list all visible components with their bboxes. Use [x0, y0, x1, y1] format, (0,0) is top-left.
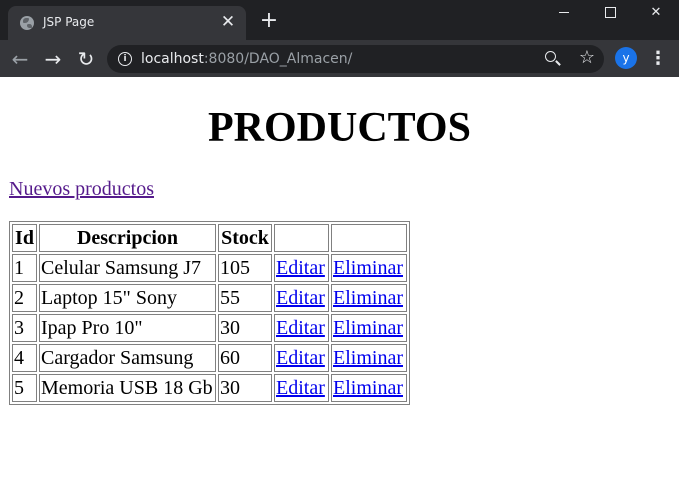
new-products-link[interactable]: Nuevos productos	[9, 178, 154, 201]
cell-id: 1	[12, 254, 37, 282]
cell-id: 5	[12, 374, 37, 402]
header-descripcion: Descripcion	[39, 224, 216, 252]
table-row: 4 Cargador Samsung 60 Editar Eliminar	[12, 344, 407, 372]
page-content: PRODUCTOS Nuevos productos Id Descripcio…	[0, 77, 679, 495]
cell-descripcion: Memoria USB 18 Gb	[39, 374, 216, 402]
cell-id: 3	[12, 314, 37, 342]
cell-id: 2	[12, 284, 37, 312]
cell-delete: Eliminar	[331, 314, 407, 342]
cell-stock: 105	[218, 254, 272, 282]
new-tab-button[interactable]: +	[258, 10, 280, 32]
cell-id: 4	[12, 344, 37, 372]
cell-descripcion: Celular Samsung J7	[39, 254, 216, 282]
products-table: Id Descripcion Stock 1 Celular Samsung J…	[9, 221, 410, 405]
menu-kebab-icon[interactable]: ⋮	[648, 46, 668, 72]
cell-stock: 60	[218, 344, 272, 372]
bookmark-star-icon[interactable]: ☆	[577, 48, 597, 68]
maximize-window-button[interactable]	[587, 0, 633, 28]
browser-tab[interactable]: JSP Page ✕	[8, 6, 246, 40]
cell-descripcion: Cargador Samsung	[39, 344, 216, 372]
url-path: :8080/DAO_Almacen/	[203, 51, 353, 67]
cell-edit: Editar	[274, 344, 329, 372]
table-row: 3 Ipap Pro 10" 30 Editar Eliminar	[12, 314, 407, 342]
page-title: PRODUCTOS	[208, 105, 471, 151]
cell-delete: Eliminar	[331, 344, 407, 372]
edit-link[interactable]: Editar	[276, 287, 325, 309]
table-row: 1 Celular Samsung J7 105 Editar Eliminar	[12, 254, 407, 282]
browser-toolbar: ← → ↻ i localhost:8080/DAO_Almacen/ ☆ y …	[0, 40, 679, 77]
forward-button[interactable]: →	[40, 46, 66, 72]
cell-edit: Editar	[274, 374, 329, 402]
cell-descripcion: Laptop 15" Sony	[39, 284, 216, 312]
browser-titlebar: JSP Page ✕ + ✕	[0, 0, 679, 40]
cell-edit: Editar	[274, 314, 329, 342]
globe-icon	[20, 16, 34, 30]
table-row: 5 Memoria USB 18 Gb 30 Editar Eliminar	[12, 374, 407, 402]
header-delete	[331, 224, 407, 252]
delete-link[interactable]: Eliminar	[333, 287, 403, 309]
tab-title: JSP Page	[43, 15, 95, 29]
edit-link[interactable]: Editar	[276, 347, 325, 369]
close-window-button[interactable]: ✕	[633, 0, 679, 28]
cell-delete: Eliminar	[331, 374, 407, 402]
header-id: Id	[12, 224, 37, 252]
header-edit	[274, 224, 329, 252]
edit-link[interactable]: Editar	[276, 317, 325, 339]
cell-edit: Editar	[274, 284, 329, 312]
profile-avatar[interactable]: y	[615, 47, 637, 69]
edit-link[interactable]: Editar	[276, 257, 325, 279]
cell-delete: Eliminar	[331, 254, 407, 282]
site-info-icon[interactable]: i	[118, 52, 132, 66]
cell-stock: 30	[218, 314, 272, 342]
table-header-row: Id Descripcion Stock	[12, 224, 407, 252]
table-row: 2 Laptop 15" Sony 55 Editar Eliminar	[12, 284, 407, 312]
edit-link[interactable]: Editar	[276, 377, 325, 399]
minimize-window-button[interactable]	[541, 0, 587, 28]
address-bar[interactable]: i localhost:8080/DAO_Almacen/ ☆	[107, 45, 604, 73]
back-button[interactable]: ←	[7, 46, 33, 72]
reload-button[interactable]: ↻	[73, 46, 99, 72]
delete-link[interactable]: Eliminar	[333, 257, 403, 279]
cell-delete: Eliminar	[331, 284, 407, 312]
cell-edit: Editar	[274, 254, 329, 282]
delete-link[interactable]: Eliminar	[333, 317, 403, 339]
delete-link[interactable]: Eliminar	[333, 377, 403, 399]
cell-descripcion: Ipap Pro 10"	[39, 314, 216, 342]
url-text[interactable]: localhost:8080/DAO_Almacen/	[141, 51, 352, 67]
url-host: localhost	[141, 51, 204, 67]
zoom-icon[interactable]	[544, 50, 562, 68]
close-tab-icon[interactable]: ✕	[218, 12, 238, 32]
header-stock: Stock	[218, 224, 272, 252]
delete-link[interactable]: Eliminar	[333, 347, 403, 369]
cell-stock: 30	[218, 374, 272, 402]
cell-stock: 55	[218, 284, 272, 312]
